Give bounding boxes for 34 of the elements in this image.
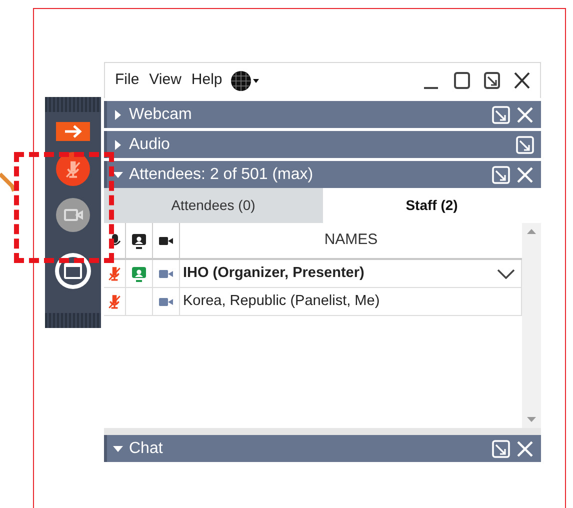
window-button[interactable] — [53, 251, 93, 291]
panel-header[interactable]: Audio — [104, 131, 541, 158]
mute-button[interactable] — [55, 151, 91, 187]
popout-icon[interactable] — [491, 164, 511, 184]
grip-strip — [45, 97, 101, 112]
presenter-icon — [131, 232, 147, 248]
camera-icon — [159, 236, 173, 246]
muted-mic-icon — [107, 266, 122, 281]
panel-header[interactable]: Chat — [104, 435, 541, 462]
menu-item[interactable]: File — [113, 69, 142, 92]
forward-button[interactable] — [56, 122, 90, 141]
popout-icon[interactable] — [482, 70, 502, 91]
tab[interactable]: Attendees (0) — [104, 188, 322, 223]
scroll-up-icon[interactable] — [527, 229, 536, 234]
panel-header[interactable]: Webcam — [104, 101, 541, 128]
chevron-icon[interactable] — [497, 268, 515, 278]
scroll-down-icon[interactable] — [527, 417, 536, 422]
attendee-name: Korea, Republic (Panelist, Me) — [183, 292, 380, 311]
language-button[interactable] — [230, 70, 260, 92]
menu-item[interactable]: View — [147, 69, 184, 92]
camera-button[interactable] — [55, 197, 91, 233]
popout-icon[interactable] — [515, 134, 535, 154]
attendee-name: IHO (Organizer, Presenter) — [183, 264, 364, 283]
muted-mic-icon — [107, 294, 122, 309]
popout-icon[interactable] — [491, 104, 511, 124]
camera-icon — [159, 268, 173, 278]
grip-strip — [45, 313, 101, 328]
camera-icon — [159, 296, 173, 306]
menu-item[interactable]: Help — [189, 69, 224, 92]
maximize-icon[interactable] — [452, 70, 472, 91]
close-icon[interactable] — [512, 70, 532, 91]
panel-header[interactable]: Attendees: 2 of 501 (max) — [104, 161, 541, 188]
column-header: NAMES — [180, 223, 522, 260]
popout-icon[interactable] — [491, 438, 511, 458]
